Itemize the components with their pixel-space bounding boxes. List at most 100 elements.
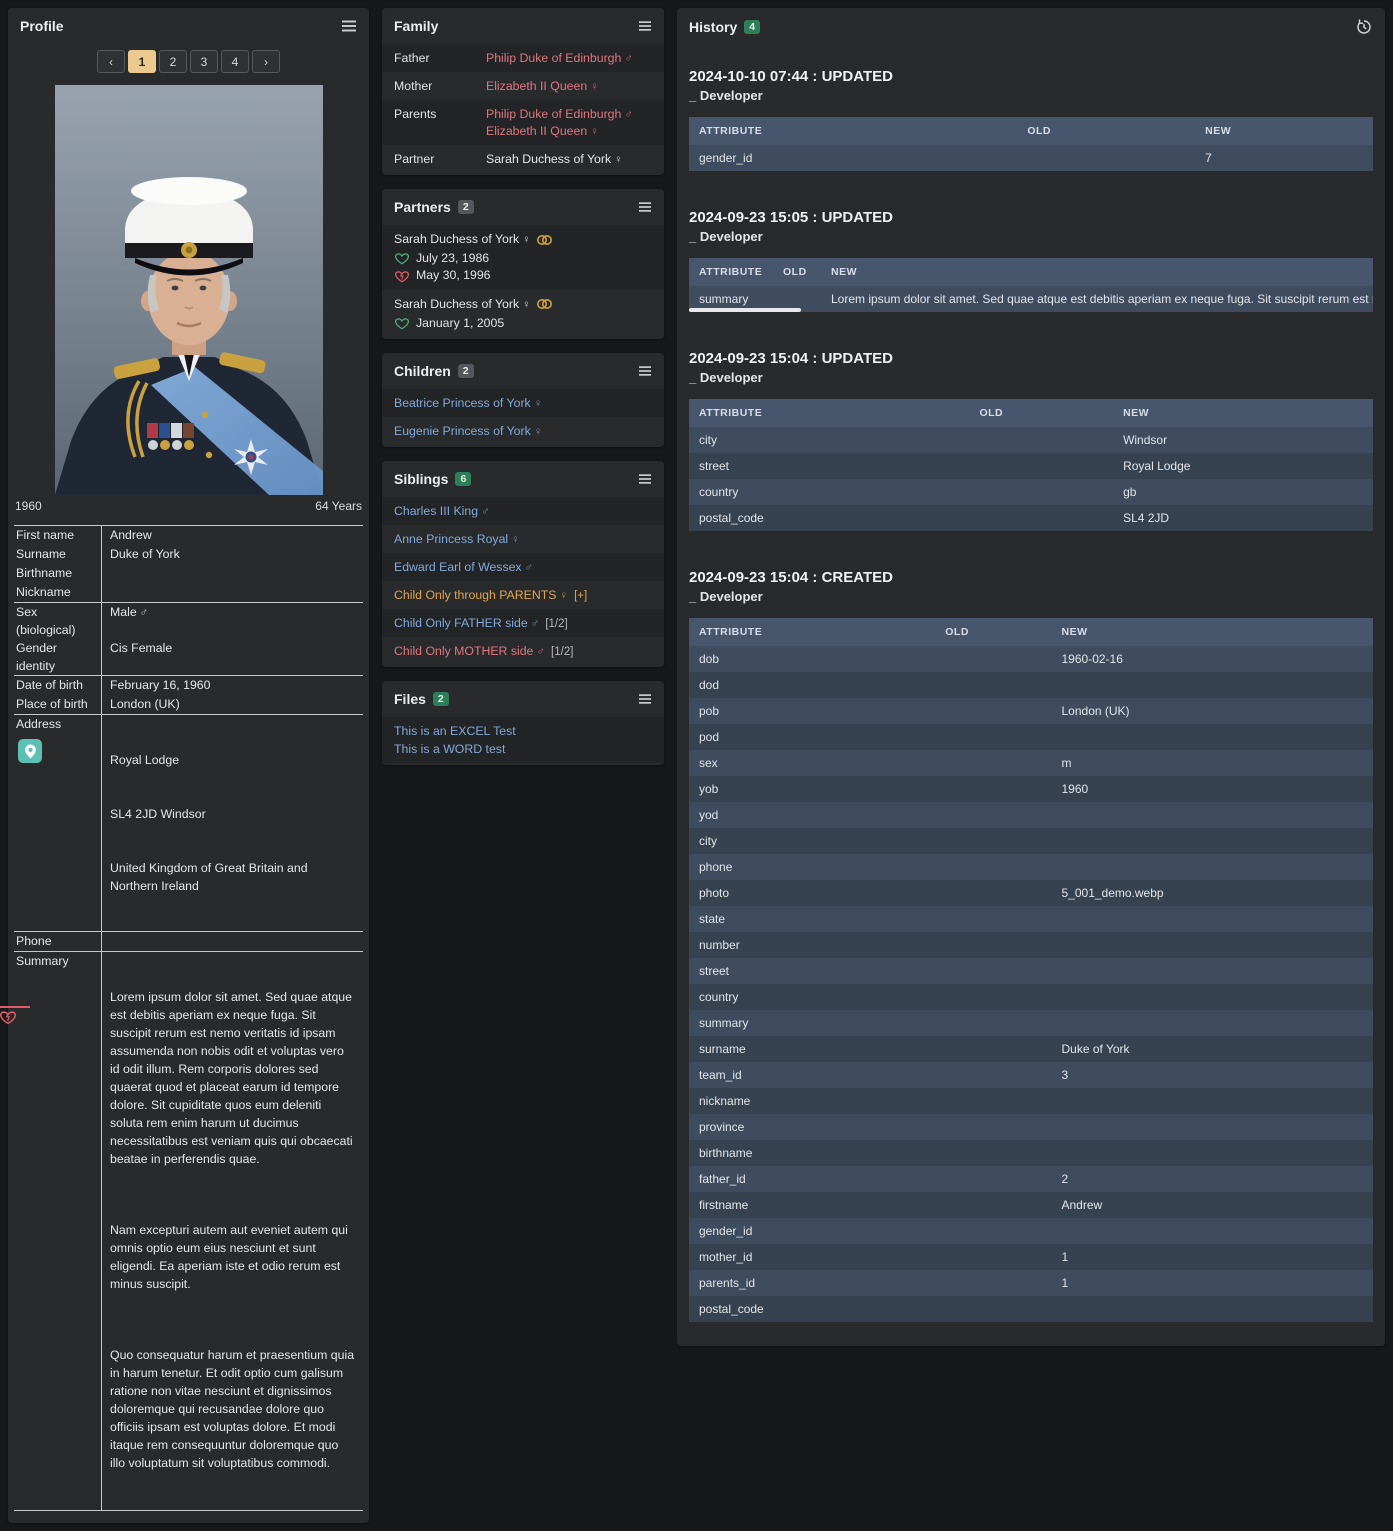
- person-link[interactable]: Sarah Duchess of York♀: [394, 232, 531, 246]
- menu-icon[interactable]: [638, 201, 652, 213]
- person-link[interactable]: Sarah Duchess of York♀: [394, 297, 531, 311]
- menu-icon[interactable]: [638, 20, 652, 32]
- person-link[interactable]: Eugenie Princess of York♀: [394, 424, 542, 438]
- page-button[interactable]: 2: [159, 50, 187, 73]
- person-link[interactable]: Beatrice Princess of York♀: [394, 396, 542, 410]
- siblings-card-header: Siblings 6: [382, 461, 664, 497]
- cell-attribute: father_id: [689, 1166, 935, 1192]
- history-row: dod: [689, 672, 1373, 698]
- cell-old: [935, 984, 1051, 1010]
- cell-new: [1052, 1088, 1374, 1114]
- page-button[interactable]: 1: [128, 50, 156, 73]
- relation-label: Father: [394, 51, 486, 65]
- cell-old: [935, 1062, 1051, 1088]
- person-link[interactable]: Elizabeth II Queen♀: [486, 79, 599, 93]
- profile-fields-table: First nameAndrew SurnameDuke of York Bir…: [14, 525, 363, 1511]
- cell-old: [935, 1140, 1051, 1166]
- cell-attribute: birthname: [689, 1140, 935, 1166]
- divorce-date-row: May 30, 1996: [395, 268, 652, 282]
- menu-icon[interactable]: [638, 693, 652, 705]
- person-link[interactable]: Philip Duke of Edinburgh♂: [486, 51, 633, 65]
- person-link[interactable]: Edward Earl of Wessex♂: [394, 560, 533, 574]
- history-row: city: [689, 828, 1373, 854]
- address-value: Royal Lodge SL4 2JD Windsor United Kingd…: [102, 715, 363, 931]
- family-row-father: Father Philip Duke of Edinburgh♂: [382, 44, 664, 72]
- person-link[interactable]: Sarah Duchess of York♀: [486, 152, 623, 166]
- female-gender-icon: ♀: [522, 234, 531, 246]
- menu-icon[interactable]: [638, 365, 652, 377]
- relation-label: Partner: [394, 152, 486, 166]
- cell-new: [1052, 1296, 1374, 1322]
- map-pin-button[interactable]: [18, 739, 42, 763]
- sibling-item: Child Only MOTHER side♂[1/2]: [382, 637, 664, 665]
- field-value: Duke of York: [102, 545, 363, 564]
- cell-attribute: state: [689, 906, 935, 932]
- count-badge: 4: [744, 20, 760, 35]
- person-link[interactable]: Elizabeth II Queen♀: [486, 124, 599, 138]
- history-row: number: [689, 932, 1373, 958]
- cell-old: [935, 854, 1051, 880]
- cell-attribute: city: [689, 828, 935, 854]
- marriage-rings-icon: [536, 232, 553, 246]
- children-title: Children: [394, 363, 451, 379]
- birth-year: 1960: [15, 499, 42, 513]
- col-new: NEW: [1195, 117, 1373, 145]
- history-row: postal_code: [689, 1296, 1373, 1322]
- history-row: city Windsor: [689, 427, 1373, 453]
- cell-new: 2: [1052, 1166, 1374, 1192]
- history-restore-icon[interactable]: [1355, 18, 1373, 36]
- menu-icon[interactable]: [638, 473, 652, 485]
- age: 64 Years: [315, 499, 362, 513]
- family-card-header: Family: [382, 8, 664, 44]
- children-card: Children 2 Beatrice Princess of York♀ Eu…: [382, 353, 664, 447]
- cell-new: Duke of York: [1052, 1036, 1374, 1062]
- cell-old: [1017, 145, 1195, 171]
- cell-old: [969, 505, 1113, 531]
- person-link[interactable]: Child Only FATHER side♂: [394, 616, 539, 630]
- col-old: OLD: [773, 258, 821, 286]
- partner-item: Sarah Duchess of York♀ January 1, 2005: [382, 290, 664, 337]
- history-row: gender_id 7: [689, 145, 1373, 171]
- person-link[interactable]: Child Only through PARENTS♀: [394, 588, 568, 602]
- male-gender-icon: ♂: [624, 109, 633, 121]
- cell-new: 1: [1052, 1244, 1374, 1270]
- history-entry: 2024-10-10 07:44 : UPDATED _ Developer A…: [689, 68, 1373, 171]
- cell-new: [1052, 672, 1374, 698]
- family-row-partner: Partner Sarah Duchess of York♀: [382, 145, 664, 173]
- person-link[interactable]: Child Only MOTHER side♂: [394, 644, 545, 658]
- field-label: Birthname: [14, 564, 102, 583]
- history-table: ATTRIBUTE OLD NEW dob 1960-02-16: [689, 618, 1373, 1322]
- cell-old: [935, 906, 1051, 932]
- cell-attribute: street: [689, 958, 935, 984]
- page-button[interactable]: 4: [221, 50, 249, 73]
- profile-photo[interactable]: [55, 85, 323, 495]
- field-label: Gender identity: [14, 639, 102, 675]
- col-attribute: ATTRIBUTE: [689, 399, 969, 427]
- history-row: country: [689, 984, 1373, 1010]
- file-link[interactable]: This is an EXCEL Test: [394, 724, 516, 738]
- menu-icon[interactable]: [341, 19, 357, 33]
- cell-old: [969, 479, 1113, 505]
- history-row: firstname Andrew: [689, 1192, 1373, 1218]
- next-page-button[interactable]: ›: [252, 50, 280, 73]
- horizontal-scrollbar: [689, 308, 1373, 312]
- cell-old: [935, 1088, 1051, 1114]
- cell-attribute: street: [689, 453, 969, 479]
- page-button[interactable]: 3: [190, 50, 218, 73]
- person-link[interactable]: Charles III King♂: [394, 504, 490, 518]
- prev-page-button[interactable]: ‹: [97, 50, 125, 73]
- cell-old: [935, 750, 1051, 776]
- history-row: sex m: [689, 750, 1373, 776]
- col-old: OLD: [935, 618, 1051, 646]
- family-row-parents: Parents Philip Duke of Edinburgh♂ Elizab…: [382, 100, 664, 145]
- cell-old: [935, 724, 1051, 750]
- cell-old: [935, 1114, 1051, 1140]
- summary-group: Summary Lorem ipsum dolor sit amet. Sed …: [14, 952, 363, 1511]
- person-link[interactable]: Anne Princess Royal♀: [394, 532, 520, 546]
- file-link[interactable]: This is a WORD test: [394, 742, 505, 756]
- person-link[interactable]: Philip Duke of Edinburgh♂: [486, 107, 633, 121]
- history-table: ATTRIBUTE OLD NEW summary Lorem ipsum do…: [689, 258, 1373, 312]
- cell-old: [935, 1036, 1051, 1062]
- scrollbar-thumb[interactable]: [689, 308, 801, 312]
- history-row: country gb: [689, 479, 1373, 505]
